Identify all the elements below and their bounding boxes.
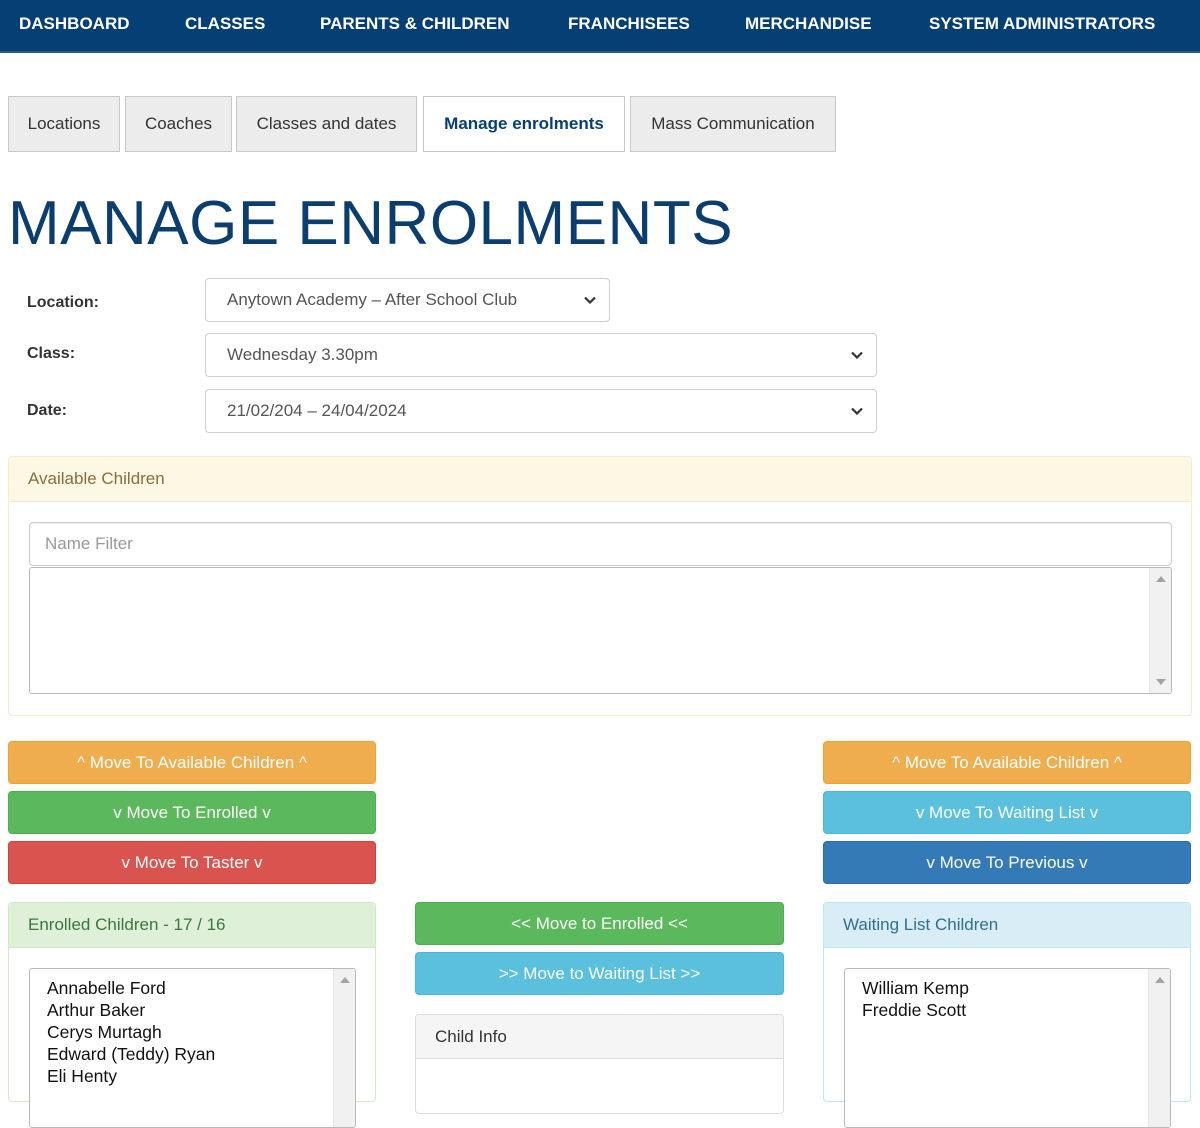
waiting-list-panel: Waiting List Children William Kemp Fredd…	[823, 902, 1191, 1128]
scroll-up-arrow-icon[interactable]	[340, 977, 350, 983]
enrolled-children-scrollbar[interactable]	[333, 969, 355, 1127]
tab-classes-and-dates[interactable]: Classes and dates	[236, 96, 417, 152]
enrolled-children-heading: Enrolled Children - 17 / 16	[9, 903, 375, 948]
available-children-list[interactable]	[29, 567, 1172, 694]
scroll-up-arrow-icon[interactable]	[1156, 576, 1166, 582]
location-label: Location:	[27, 294, 99, 311]
move-to-taster-button[interactable]: v Move To Taster v	[8, 841, 376, 884]
nav-item-merchandise[interactable]: MERCHANDISE	[745, 14, 872, 34]
date-select-value: 21/02/204 – 24/04/2024	[227, 401, 407, 420]
waiting-list-children-list[interactable]: William Kemp Freddie Scott	[844, 968, 1171, 1128]
move-to-waiting-list-button[interactable]: v Move To Waiting List v	[823, 791, 1191, 834]
date-label: Date:	[27, 402, 68, 419]
waiting-list-items: William Kemp Freddie Scott	[862, 977, 969, 1021]
date-select[interactable]: 21/02/204 – 24/04/2024	[205, 389, 877, 433]
available-children-heading: Available Children	[9, 457, 1191, 502]
chevron-down-icon	[584, 296, 596, 305]
move-to-enrolled-button[interactable]: v Move To Enrolled v	[8, 791, 376, 834]
list-item[interactable]: Arthur Baker	[47, 999, 215, 1021]
right-move-to-available-button[interactable]: ^ Move To Available Children ^	[823, 741, 1191, 784]
location-select-value: Anytown Academy – After School Club	[227, 290, 518, 309]
nav-item-parents-children[interactable]: PARENTS & CHILDREN	[320, 14, 510, 34]
move-to-waiting-list-from-enrolled-button[interactable]: >> Move to Waiting List >>	[415, 952, 784, 995]
list-item[interactable]: William Kemp	[862, 977, 969, 999]
nav-item-classes[interactable]: CLASSES	[185, 14, 265, 34]
class-select-value: Wednesday 3.30pm	[227, 345, 378, 364]
class-label: Class:	[27, 345, 76, 362]
nav-item-dashboard[interactable]: DASHBOARD	[19, 14, 130, 34]
list-item[interactable]: Cerys Murtagh	[47, 1021, 215, 1043]
tab-manage-enrolments[interactable]: Manage enrolments	[423, 96, 625, 152]
child-info-heading: Child Info	[416, 1015, 783, 1059]
list-item[interactable]: Freddie Scott	[862, 999, 969, 1021]
left-move-to-available-button[interactable]: ^ Move To Available Children ^	[8, 741, 376, 784]
name-filter-input[interactable]	[29, 522, 1172, 566]
page-title: MANAGE ENROLMENTS	[8, 189, 734, 258]
location-select[interactable]: Anytown Academy – After School Club	[205, 278, 610, 322]
top-navigation-bar: DASHBOARD CLASSES PARENTS & CHILDREN FRA…	[0, 0, 1200, 53]
tab-mass-communication[interactable]: Mass Communication	[630, 96, 836, 152]
chevron-down-icon	[851, 407, 863, 416]
enrolled-children-panel: Enrolled Children - 17 / 16 Annabelle Fo…	[8, 902, 376, 1128]
scroll-down-arrow-icon[interactable]	[1156, 679, 1166, 685]
list-item[interactable]: Annabelle Ford	[47, 977, 215, 999]
nav-item-franchisees[interactable]: FRANCHISEES	[568, 14, 690, 34]
chevron-down-icon	[851, 351, 863, 360]
list-item[interactable]: Eli Henty	[47, 1065, 215, 1087]
enrolled-children-items: Annabelle Ford Arthur Baker Cerys Murtag…	[47, 977, 215, 1087]
tab-locations[interactable]: Locations	[8, 96, 120, 152]
list-item[interactable]: Edward (Teddy) Ryan	[47, 1043, 215, 1065]
enrolled-children-list[interactable]: Annabelle Ford Arthur Baker Cerys Murtag…	[29, 968, 356, 1128]
available-children-panel: Available Children	[8, 456, 1192, 716]
tab-coaches[interactable]: Coaches	[125, 96, 232, 152]
move-to-enrolled-from-waiting-button[interactable]: << Move to Enrolled <<	[415, 902, 784, 945]
available-children-scrollbar[interactable]	[1149, 568, 1171, 693]
nav-item-system-administrators[interactable]: SYSTEM ADMINISTRATORS	[929, 14, 1155, 34]
waiting-list-heading: Waiting List Children	[824, 903, 1190, 948]
waiting-list-scrollbar[interactable]	[1148, 969, 1170, 1127]
class-select[interactable]: Wednesday 3.30pm	[205, 333, 877, 377]
move-to-previous-button[interactable]: v Move To Previous v	[823, 841, 1191, 884]
scroll-up-arrow-icon[interactable]	[1155, 977, 1165, 983]
child-info-panel: Child Info	[415, 1014, 784, 1114]
